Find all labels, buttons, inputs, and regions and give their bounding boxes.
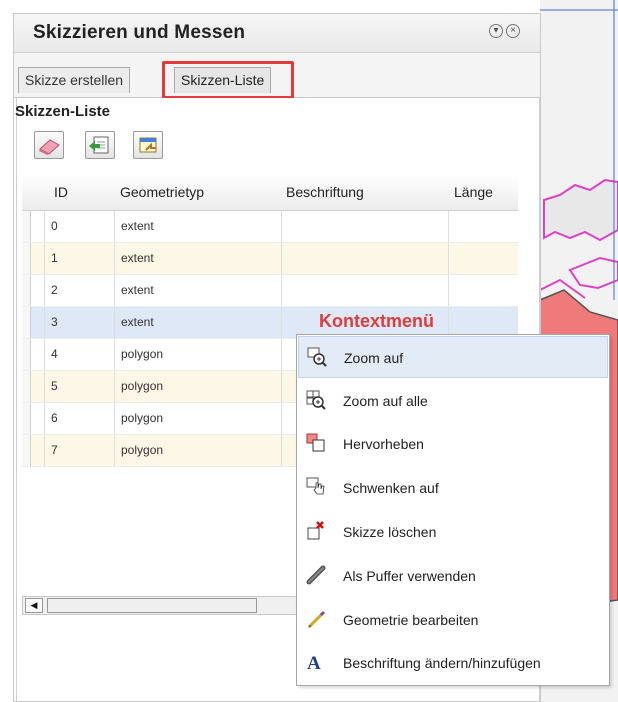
grid-header: ID Geometrietyp Beschriftung Länge (22, 175, 518, 211)
cell-label (281, 275, 448, 306)
scrollbar-thumb[interactable] (47, 598, 257, 613)
erase-sketches-button[interactable] (34, 131, 64, 159)
column-header-beschriftung[interactable]: Beschriftung (286, 184, 364, 200)
cell-type: extent (114, 243, 281, 274)
cell-type: extent (114, 275, 281, 306)
tab-skizze-erstellen[interactable]: Skizze erstellen (18, 67, 131, 93)
menu-item-zoom-auf[interactable]: Zoom auf (298, 336, 608, 378)
menu-item-label: Zoom auf alle (343, 393, 428, 409)
tab-highlight-annotation (162, 61, 294, 99)
section-title: Skizzen-Liste (15, 103, 111, 120)
eraser-icon (39, 139, 60, 155)
cell-length (448, 243, 518, 274)
highlight-icon (306, 433, 325, 452)
cell-label (281, 211, 448, 242)
panel-titlebar[interactable]: Skizzieren und Messen ▾ × (14, 14, 540, 53)
menu-item-geometrie-bearbeiten[interactable]: Geometrie bearbeiten (298, 599, 608, 641)
menu-item-zoom-auf-alle[interactable]: Zoom auf alle (298, 380, 608, 422)
export-sketch-button[interactable] (133, 131, 163, 159)
panel-title: Skizzieren und Messen (33, 22, 246, 43)
cell-id: 7 (44, 435, 114, 466)
menu-item-hervorheben[interactable]: Hervorheben (298, 423, 608, 465)
buffer-icon (306, 565, 326, 585)
cell-type: extent (114, 211, 281, 242)
table-row[interactable]: 2 extent (22, 275, 518, 307)
import-sketch-button[interactable] (85, 131, 115, 159)
cell-id: 6 (44, 403, 114, 434)
close-icon[interactable]: × (506, 24, 520, 38)
menu-item-label: Zoom auf (344, 350, 404, 366)
menu-item-skizze-loeschen[interactable]: Skizze löschen (298, 511, 608, 553)
pan-to-icon (306, 477, 325, 495)
cell-type: polygon (114, 339, 281, 370)
column-header-laenge[interactable]: Länge (454, 184, 493, 200)
context-menu: Zoom auf Zoom auf alle Hervorheben Schwe… (296, 334, 610, 686)
cell-id: 1 (44, 243, 114, 274)
export-sketch-icon (139, 137, 157, 153)
import-sketch-icon (89, 136, 109, 154)
cell-id: 3 (44, 307, 114, 338)
cell-id: 5 (44, 371, 114, 402)
zoom-to-icon (307, 347, 327, 367)
cell-type: polygon (114, 371, 281, 402)
delete-sketch-icon (307, 521, 324, 540)
cell-length (448, 275, 518, 306)
svg-text:A: A (307, 653, 321, 672)
scroll-left-icon[interactable]: ◀ (25, 598, 43, 613)
menu-item-label: Als Puffer verwenden (343, 568, 476, 584)
zoom-to-all-icon (306, 390, 326, 410)
menu-item-label: Skizze löschen (343, 524, 437, 540)
column-header-geometrietyp[interactable]: Geometrietyp (120, 184, 204, 200)
menu-item-label: Beschriftung ändern/hinzufügen (343, 655, 541, 671)
column-header-id[interactable]: ID (54, 184, 68, 200)
cell-type: polygon (114, 403, 281, 434)
menu-item-label: Hervorheben (343, 436, 424, 452)
menu-item-als-puffer-verwenden[interactable]: Als Puffer verwenden (298, 555, 608, 597)
cell-length (448, 211, 518, 242)
edit-geometry-icon (307, 610, 326, 629)
cell-id: 2 (44, 275, 114, 306)
menu-item-beschriftung-aendern[interactable]: A Beschriftung ändern/hinzufügen (298, 642, 608, 684)
cell-id: 4 (44, 339, 114, 370)
cell-type: polygon (114, 435, 281, 466)
collapse-icon[interactable]: ▾ (489, 24, 503, 38)
table-row[interactable]: 0 extent (22, 211, 518, 243)
context-menu-caption: Kontextmenü (319, 311, 435, 331)
tab-strip: Skizze erstellen Skizzen-Liste (14, 53, 540, 99)
cell-type: extent (114, 307, 281, 338)
cell-id: 0 (44, 211, 114, 242)
cell-label (281, 243, 448, 274)
menu-item-schwenken-auf[interactable]: Schwenken auf (298, 467, 608, 509)
label-text-icon: A (307, 653, 321, 672)
menu-item-label: Schwenken auf (343, 480, 439, 496)
table-row[interactable]: 1 extent (22, 243, 518, 275)
menu-item-label: Geometrie bearbeiten (343, 612, 479, 628)
